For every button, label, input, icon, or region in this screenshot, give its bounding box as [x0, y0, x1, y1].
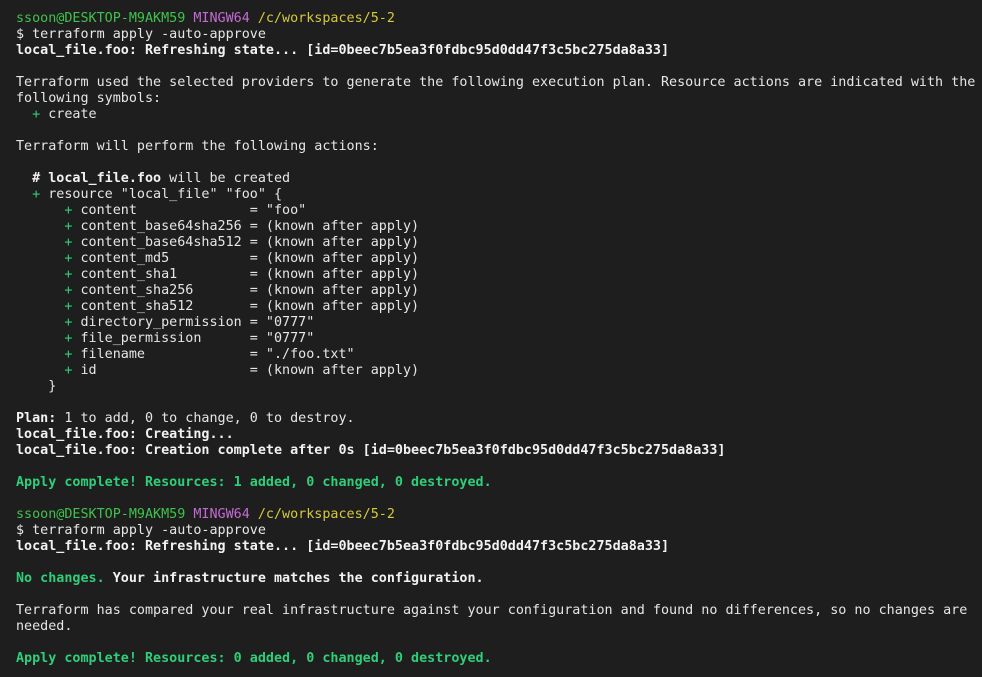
text-segment	[250, 507, 258, 522]
plan-line: Plan: 1 to add, 0 to change, 0 to destro…	[16, 411, 982, 427]
text-segment: content_sha256 = (known after apply)	[72, 283, 420, 298]
text-segment: resource "local_file" "foo" {	[40, 187, 283, 202]
text-segment: local_file.foo: Refreshing state... [id=…	[16, 43, 670, 58]
output-line: Terraform has compared your real infrast…	[16, 603, 982, 619]
status-line: local_file.foo: Creating...	[16, 427, 982, 443]
text-segment: create	[40, 107, 97, 122]
attribute-line: + directory_permission = "0777"	[16, 315, 982, 331]
text-segment	[16, 267, 64, 282]
attribute-line: + content_base64sha256 = (known after ap…	[16, 219, 982, 235]
output-line: Terraform will perform the following act…	[16, 139, 982, 155]
text-segment	[16, 347, 64, 362]
text-segment: following symbols:	[16, 91, 162, 106]
terminal-output[interactable]: ssoon@DESKTOP-M9AKM59 MINGW64 /c/workspa…	[0, 0, 982, 677]
text-segment: content_sha1 = (known after apply)	[72, 267, 420, 282]
text-segment	[16, 107, 32, 122]
output-line: + resource "local_file" "foo" {	[16, 187, 982, 203]
text-segment	[16, 203, 64, 218]
text-segment: content_sha512 = (known after apply)	[72, 299, 420, 314]
text-segment	[16, 251, 64, 266]
text-segment: +	[32, 187, 41, 202]
text-segment: # local_file.foo	[16, 171, 162, 186]
status-line: local_file.foo: Creation complete after …	[16, 443, 982, 459]
text-segment: Terraform used the selected providers to…	[16, 75, 976, 90]
attribute-line: + content_sha256 = (known after apply)	[16, 283, 982, 299]
text-segment	[16, 219, 64, 234]
attribute-line: + content = "foo"	[16, 203, 982, 219]
output-line: }	[16, 379, 982, 395]
text-segment: directory_permission = "0777"	[72, 315, 315, 330]
text-segment: 1 to add, 0 to change, 0 to destroy.	[56, 411, 355, 426]
output-line: # local_file.foo will be created	[16, 171, 982, 187]
text-segment: needed.	[16, 619, 73, 634]
text-segment: content_base64sha256 = (known after appl…	[72, 219, 420, 234]
attribute-line: + filename = "./foo.txt"	[16, 347, 982, 363]
text-segment: MINGW64	[193, 11, 250, 26]
prompt-line: ssoon@DESKTOP-M9AKM59 MINGW64 /c/workspa…	[16, 11, 982, 27]
command-line: $ terraform apply -auto-approve	[16, 27, 982, 43]
text-segment: id = (known after apply)	[72, 363, 420, 378]
refresh-line: local_file.foo: Refreshing state... [id=…	[16, 43, 982, 59]
attribute-line: + content_sha1 = (known after apply)	[16, 267, 982, 283]
text-segment: local_file.foo: Refreshing state... [id=…	[16, 539, 670, 554]
text-segment: $ terraform apply -auto-approve	[16, 523, 266, 538]
text-segment	[250, 11, 258, 26]
text-segment: MINGW64	[193, 507, 250, 522]
prompt-line: ssoon@DESKTOP-M9AKM59 MINGW64 /c/workspa…	[16, 507, 982, 523]
text-segment: $ terraform apply -auto-approve	[16, 27, 266, 42]
text-segment: +	[32, 107, 41, 122]
text-segment: filename = "./foo.txt"	[72, 347, 355, 362]
no-changes-line: No changes. Your infrastructure matches …	[16, 571, 982, 587]
text-segment: Terraform will perform the following act…	[16, 139, 379, 154]
output-line: following symbols:	[16, 91, 982, 107]
text-segment: ssoon@DESKTOP-M9AKM59	[16, 507, 186, 522]
text-segment: content_md5 = (known after apply)	[72, 251, 420, 266]
text-segment	[16, 315, 64, 330]
text-segment	[16, 363, 64, 378]
text-segment: local_file.foo: Creation complete after …	[16, 443, 726, 458]
text-segment	[16, 299, 64, 314]
command-line: $ terraform apply -auto-approve	[16, 523, 982, 539]
attribute-line: + content_base64sha512 = (known after ap…	[16, 235, 982, 251]
text-segment: Apply complete! Resources: 1 added, 0 ch…	[16, 475, 492, 490]
text-segment: }	[16, 379, 57, 394]
text-segment	[16, 283, 64, 298]
attribute-line: + content_sha512 = (known after apply)	[16, 299, 982, 315]
output-line: + create	[16, 107, 982, 123]
text-segment: content_base64sha512 = (known after appl…	[72, 235, 420, 250]
text-segment: /c/workspaces/5-2	[257, 11, 395, 26]
text-segment: Terraform has compared your real infrast…	[16, 603, 968, 618]
text-segment	[16, 331, 64, 346]
text-segment: ssoon@DESKTOP-M9AKM59	[16, 11, 186, 26]
text-segment: Your infrastructure matches the configur…	[104, 571, 484, 586]
apply-complete-line: Apply complete! Resources: 1 added, 0 ch…	[16, 475, 982, 491]
text-segment: Apply complete! Resources: 0 added, 0 ch…	[16, 651, 492, 666]
text-segment	[16, 187, 32, 202]
text-segment: /c/workspaces/5-2	[257, 507, 395, 522]
output-line: Terraform used the selected providers to…	[16, 75, 982, 91]
output-line: needed.	[16, 619, 982, 635]
apply-complete-line: Apply complete! Resources: 0 added, 0 ch…	[16, 651, 982, 667]
text-segment: local_file.foo: Creating...	[16, 427, 234, 442]
refresh-line: local_file.foo: Refreshing state... [id=…	[16, 539, 982, 555]
attribute-line: + file_permission = "0777"	[16, 331, 982, 347]
text-segment	[16, 235, 64, 250]
text-segment: will be created	[161, 171, 291, 186]
attribute-line: + id = (known after apply)	[16, 363, 982, 379]
text-segment: file_permission = "0777"	[72, 331, 315, 346]
text-segment: content = "foo"	[72, 203, 307, 218]
text-segment: Plan:	[16, 411, 57, 426]
text-segment: No changes.	[16, 571, 105, 586]
attribute-line: + content_md5 = (known after apply)	[16, 251, 982, 267]
